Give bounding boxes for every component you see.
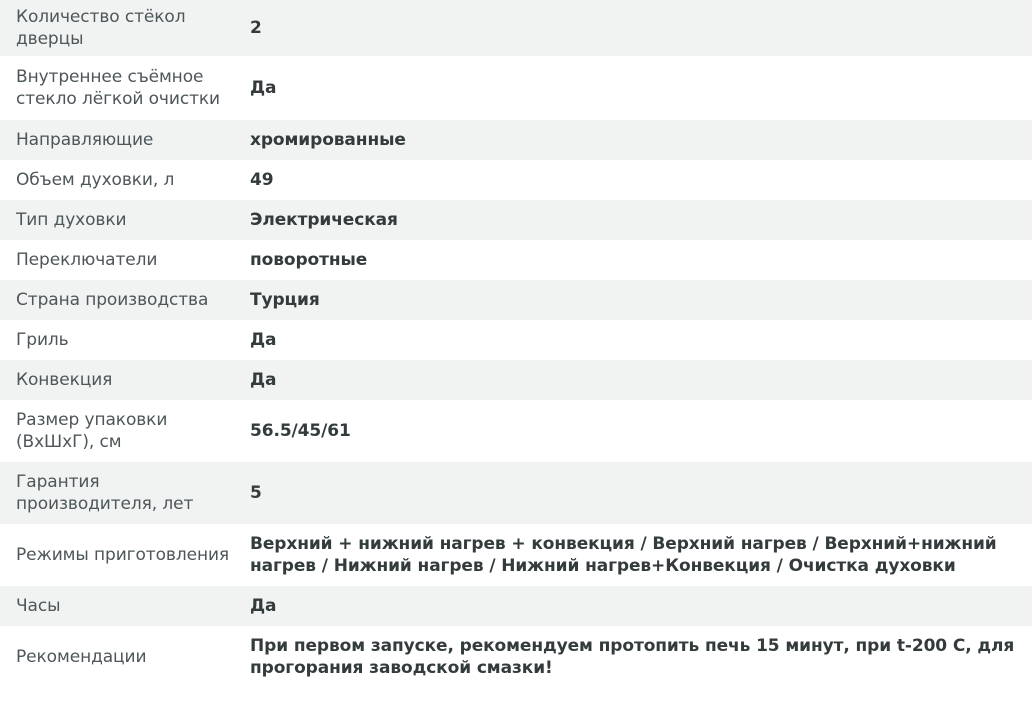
spec-row-switches: Переключатели поворотные [0,240,1032,280]
spec-label: Рекомендации [16,647,147,667]
spec-row-convection: Конвекция Да [0,360,1032,400]
spec-value: Да [250,330,277,350]
spec-label: Страна производства [16,290,209,310]
spec-row-clock: Часы Да [0,586,1032,626]
spec-value: 2 [250,18,262,38]
spec-label: Гарантия производителя, лет [16,472,194,514]
spec-label: Режимы приготовления [16,545,230,565]
spec-label: Переключатели [16,250,158,270]
spec-row-removable-glass: Внутреннее съёмное стекло лёгкой очистки… [0,56,1032,120]
spec-label: Гриль [16,330,69,350]
spec-label: Размер упаковки (ВхШхГ), см [16,410,168,452]
spec-row-grill: Гриль Да [0,320,1032,360]
spec-value: Да [250,370,277,390]
spec-value: Верхний + нижний нагрев + конвекция / Ве… [250,534,997,576]
spec-value: 49 [250,170,274,190]
spec-value: Да [250,78,277,98]
spec-value: 5 [250,483,262,503]
spec-value: 56.5/45/61 [250,421,351,441]
specs-table: Количество стёкол дверцы 2 Внутреннее съ… [0,0,1032,688]
spec-label: Объем духовки, л [16,170,175,190]
spec-value: Турция [250,290,320,310]
spec-row-recommendations: Рекомендации При первом запуске, рекомен… [0,626,1032,688]
spec-label: Конвекция [16,370,113,390]
spec-label: Тип духовки [16,210,127,230]
spec-row-warranty: Гарантия производителя, лет 5 [0,462,1032,524]
spec-row-cooking-modes: Режимы приготовления Верхний + нижний на… [0,524,1032,586]
spec-label: Количество стёкол дверцы [16,7,186,49]
spec-value: Да [250,596,277,616]
spec-label: Внутреннее съёмное стекло лёгкой очистки [16,67,220,109]
spec-row-country: Страна производства Турция [0,280,1032,320]
spec-row-rails: Направляющие хромированные [0,120,1032,160]
spec-row-package-size: Размер упаковки (ВхШхГ), см 56.5/45/61 [0,400,1032,462]
spec-label: Направляющие [16,130,154,150]
spec-value: поворотные [250,250,368,270]
spec-value: Электрическая [250,210,398,230]
spec-row-oven-type: Тип духовки Электрическая [0,200,1032,240]
spec-value: При первом запуске, рекомендуем протопит… [250,636,1015,678]
spec-row-oven-volume: Объем духовки, л 49 [0,160,1032,200]
spec-row-glass-count: Количество стёкол дверцы 2 [0,0,1032,56]
spec-value: хромированные [250,130,406,150]
spec-label: Часы [16,596,61,616]
